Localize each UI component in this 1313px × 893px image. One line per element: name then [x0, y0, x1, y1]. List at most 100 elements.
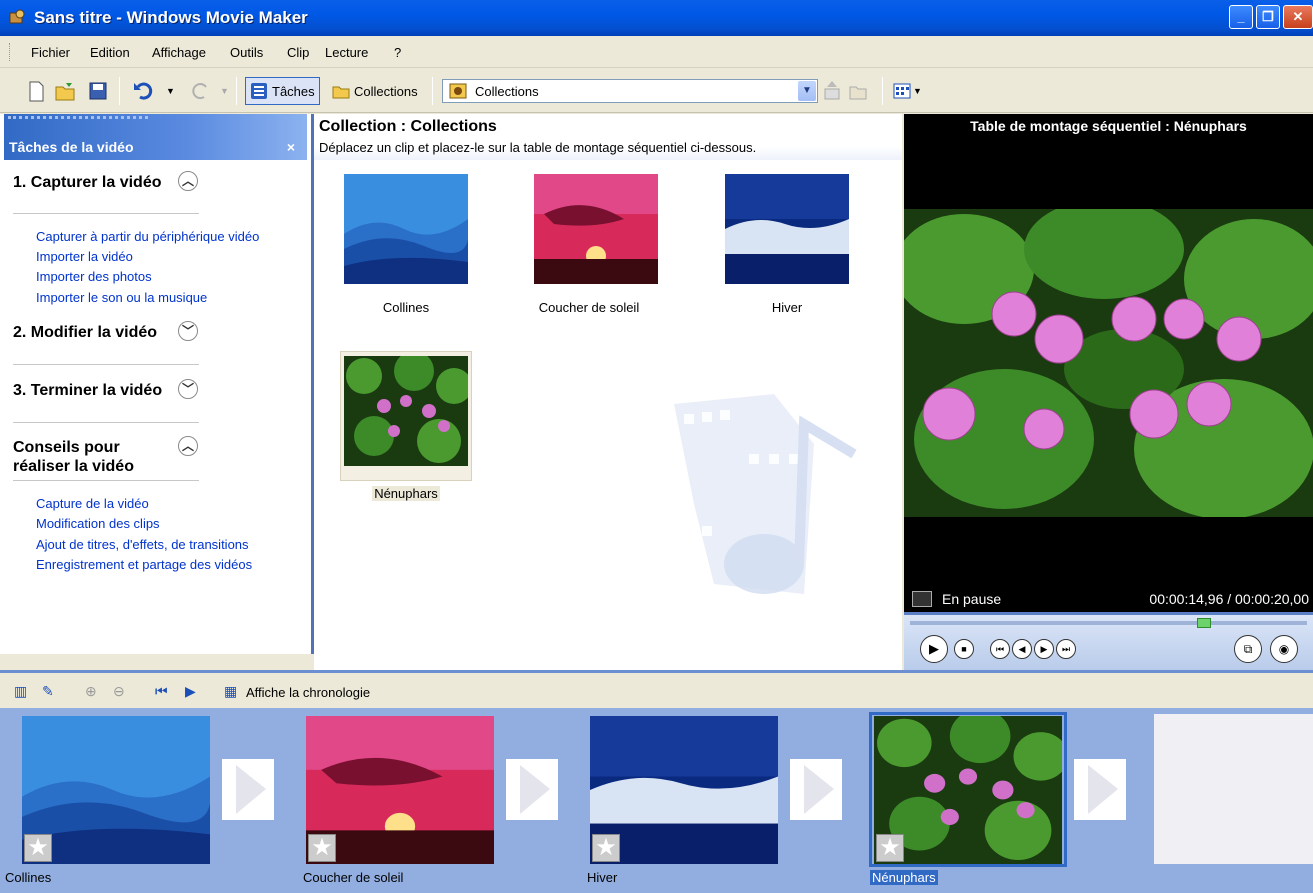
link-tip-titles[interactable]: Ajout de titres, d'effets, de transition…	[36, 537, 249, 552]
link-import-video[interactable]: Importer la vidéo	[36, 249, 133, 264]
preview-title: Table de montage séquentiel : Nénuphars	[970, 118, 1247, 134]
chevron-up-icon[interactable]: ︿	[178, 171, 198, 191]
storyboard-toolbar: ▥ ✎ ⊕ ⊖ ⏮ ▶ ▦ Affiche la chronologie	[0, 670, 1313, 708]
play-icon[interactable]: ▶	[920, 635, 948, 663]
playback-controls: ▶ ■ ⏮ ◀ ▶ ⏭ ⧉ ◉	[904, 612, 1313, 670]
transition-slot[interactable]	[506, 759, 558, 820]
playback-time: 00:00:14,96 / 00:00:20,00	[1149, 591, 1309, 607]
seek-bar[interactable]	[910, 621, 1307, 625]
collection-dropdown[interactable]: Collections ▼	[442, 79, 818, 103]
rewind-icon[interactable]: ◀	[1012, 639, 1032, 659]
clip-thumbnail-nenuphars[interactable]	[344, 356, 468, 466]
timeline-icon[interactable]: ▦	[224, 683, 237, 700]
menu-grip	[9, 43, 12, 61]
close-tasks-icon[interactable]: ×	[287, 139, 295, 155]
collection-pane: Collection : Collections Déplacez un cli…	[314, 114, 902, 670]
movie-maker-watermark-icon	[674, 394, 857, 594]
zoom-in-icon: ⊕	[85, 683, 97, 699]
new-folder-icon	[849, 86, 867, 100]
link-import-photos[interactable]: Importer des photos	[36, 269, 152, 284]
clip-label: Hiver	[771, 300, 803, 315]
chevron-up-icon[interactable]: ︿	[178, 436, 198, 456]
menu-clip[interactable]: Clip	[287, 45, 309, 60]
previous-frame-icon[interactable]: ⏮	[990, 639, 1010, 659]
stop-icon[interactable]: ■	[954, 639, 974, 659]
link-import-audio[interactable]: Importer le son ou la musique	[36, 290, 207, 305]
zoom-out-icon: ⊖	[113, 683, 125, 699]
clip-label: Nénuphars	[372, 486, 440, 501]
clip-thumbnail-collines[interactable]	[344, 174, 468, 284]
audio-levels-icon[interactable]: ✎	[42, 683, 54, 700]
tasks-pane-header: Tâches de la vidéo ×	[4, 114, 307, 160]
effects-star-icon[interactable]: ★	[24, 834, 52, 862]
split-clip-icon[interactable]: ⧉	[1234, 635, 1262, 663]
undo-icon[interactable]	[132, 79, 156, 103]
storyboard-clip-hiver[interactable]: ★	[590, 716, 778, 864]
collection-dropdown-value: Collections	[475, 84, 539, 99]
menu-bar: Fichier Edition Affichage Outils Clip Le…	[0, 36, 1313, 68]
transition-slot[interactable]	[222, 759, 274, 820]
restore-button[interactable]: ❐	[1256, 5, 1280, 29]
play-storyboard-icon[interactable]: ▶	[185, 683, 196, 700]
fullscreen-icon[interactable]	[912, 591, 932, 607]
chevron-down-icon[interactable]: ▼	[798, 81, 816, 101]
clip-thumbnail-coucher-de-soleil[interactable]	[534, 174, 658, 284]
storyboard: ★ Collines ★ Coucher de soleil ★ Hiver ★…	[0, 708, 1313, 893]
seek-thumb[interactable]	[1197, 618, 1212, 628]
snapshot-icon[interactable]: ◉	[1270, 635, 1298, 663]
movie-maker-icon	[9, 9, 25, 24]
preview-video-frame	[904, 209, 1313, 517]
folder-icon	[332, 86, 350, 99]
link-tip-edit[interactable]: Modification des clips	[36, 516, 160, 531]
redo-icon	[192, 83, 207, 100]
menu-lecture[interactable]: Lecture	[325, 45, 368, 60]
effects-star-icon[interactable]: ★	[592, 834, 620, 862]
menu-help[interactable]: ?	[394, 45, 401, 60]
link-tip-capture[interactable]: Capture de la vidéo	[36, 496, 149, 511]
collections-label: Collections	[354, 83, 418, 99]
menu-affichage[interactable]: Affichage	[152, 45, 206, 60]
new-project-icon[interactable]	[26, 79, 46, 103]
chevron-down-icon[interactable]: ﹀	[178, 321, 198, 341]
open-project-icon[interactable]	[54, 79, 76, 103]
window-title: Sans titre - Windows Movie Maker	[34, 8, 308, 27]
tasks-button[interactable]: Tâches	[245, 77, 320, 105]
clip-label: Coucher de soleil	[538, 300, 640, 315]
close-button[interactable]: ✕	[1283, 5, 1313, 29]
effects-star-icon[interactable]: ★	[876, 834, 904, 862]
storyboard-clip-label: Hiver	[587, 870, 618, 885]
forward-icon[interactable]: ▶	[1034, 639, 1054, 659]
save-icon[interactable]	[88, 79, 108, 103]
clip-thumbnail-hiver[interactable]	[725, 174, 849, 284]
link-capture-device[interactable]: Capturer à partir du périphérique vidéo	[36, 229, 259, 244]
menu-fichier[interactable]: Fichier	[31, 45, 70, 60]
storyboard-clip-label: Collines	[5, 870, 52, 885]
rewind-storyboard-icon[interactable]: ⏮	[155, 683, 168, 700]
effects-star-icon[interactable]: ★	[308, 834, 336, 862]
storyboard-clip-collines[interactable]: ★	[22, 716, 210, 864]
section-capture-title[interactable]: 1. Capturer la vidéo	[13, 173, 163, 192]
preview-monitor: Table de montage séquentiel : Nénuphars …	[904, 114, 1313, 670]
section-edit-title[interactable]: 2. Modifier la vidéo	[13, 323, 163, 342]
section-finish-title[interactable]: 3. Terminer la vidéo	[13, 381, 163, 400]
redo-dropdown-icon: ▼	[220, 86, 229, 96]
menu-outils[interactable]: Outils	[230, 45, 263, 60]
section-tips-title[interactable]: Conseils pour réaliser la vidéo	[13, 438, 178, 476]
transition-slot[interactable]	[790, 759, 842, 820]
chevron-down-icon[interactable]: ﹀	[178, 379, 198, 399]
views-dropdown-icon[interactable]: ▼	[913, 79, 922, 103]
next-frame-icon[interactable]: ⏭	[1056, 639, 1076, 659]
collections-button[interactable]: Collections	[332, 79, 418, 103]
storyboard-view-icon[interactable]: ▥	[14, 683, 27, 700]
storyboard-clip-nenuphars[interactable]: ★	[874, 709, 1069, 864]
empty-storyboard-slot[interactable]	[1154, 714, 1313, 864]
views-icon[interactable]	[893, 79, 911, 103]
storyboard-clip-label: Coucher de soleil	[303, 870, 404, 885]
minimize-button[interactable]: _	[1229, 5, 1253, 29]
menu-edition[interactable]: Edition	[90, 45, 130, 60]
storyboard-clip-coucher-de-soleil[interactable]: ★	[306, 716, 494, 864]
transition-slot[interactable]	[1074, 759, 1126, 820]
link-tip-save[interactable]: Enregistrement et partage des vidéos	[36, 557, 252, 572]
show-timeline-button[interactable]: Affiche la chronologie	[246, 685, 370, 700]
undo-dropdown-icon[interactable]: ▼	[166, 79, 175, 103]
